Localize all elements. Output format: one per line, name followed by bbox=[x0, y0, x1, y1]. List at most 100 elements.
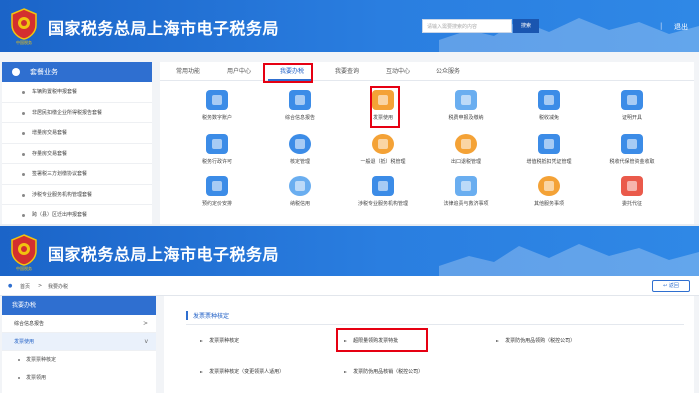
service-label: 税务数字账户 bbox=[201, 115, 232, 121]
service-export-refund[interactable]: 出口退税管理 bbox=[429, 134, 503, 165]
triangle-bullet-icon: ► bbox=[344, 369, 348, 374]
service-admin-license[interactable]: 税务行政许可 bbox=[180, 134, 254, 165]
sidebar-item[interactable]: 涉税专业服务机构管理套餐 bbox=[2, 185, 152, 205]
service-label: 预约定价安排 bbox=[201, 201, 232, 207]
export-icon bbox=[455, 134, 477, 154]
service-info-report[interactable]: 综合信息报告 bbox=[263, 90, 337, 121]
sidebar-item-label: 综合信息报告 bbox=[14, 321, 45, 327]
report-icon bbox=[289, 90, 311, 110]
service-entrusted-collection[interactable]: 委托代征 bbox=[595, 176, 669, 207]
sidebar-subitem-ticket-type[interactable]: 发票票种核定 bbox=[2, 351, 156, 369]
service-label: 税收减免 bbox=[538, 115, 559, 121]
search-button[interactable]: 搜索 bbox=[513, 19, 539, 33]
relief-icon bbox=[538, 90, 560, 110]
service-refund[interactable]: 一般退（抵）税管理 bbox=[346, 134, 420, 165]
sidebar-item-info-report[interactable]: 综合信息报告 > bbox=[2, 315, 156, 333]
assessment-icon bbox=[289, 134, 311, 154]
chevron-right-icon: > bbox=[142, 320, 148, 327]
tab-interaction[interactable]: 互动中心 bbox=[386, 66, 410, 75]
tab-divider bbox=[160, 80, 694, 81]
link-label: 发票防伪用品核销（税控公司） bbox=[353, 369, 424, 375]
service-label: 法律追责与救济事项 bbox=[443, 201, 489, 207]
location-pin-icon: ● bbox=[8, 283, 13, 289]
link-ticket-type-approval[interactable]: ► 发票票种核定 bbox=[200, 337, 239, 344]
service-vat-voucher[interactable]: 增值税抵扣凭证管理 bbox=[512, 134, 586, 165]
emblem-text: 中国税务 bbox=[16, 40, 32, 45]
highlight-invoice-box bbox=[370, 86, 400, 128]
chevron-down-icon: v bbox=[144, 338, 148, 345]
search-input[interactable]: 请输入需要搜索的内容 bbox=[422, 19, 512, 33]
breadcrumb-home[interactable]: 首页 bbox=[20, 283, 30, 290]
service-other[interactable]: 其他服务事项 bbox=[512, 176, 586, 207]
sidebar-item[interactable]: 增量房交易套餐 bbox=[2, 123, 152, 144]
great-wall-decoration bbox=[439, 244, 699, 278]
tax-emblem-logo bbox=[11, 234, 37, 266]
link-label: 发票票种核定（变更领票人适用） bbox=[209, 369, 285, 375]
breadcrumb-separator: > bbox=[38, 283, 43, 289]
highlight-tab-box bbox=[263, 63, 313, 83]
link-antifake-writeoff[interactable]: ► 发票防伪用品核销（税控公司） bbox=[344, 368, 423, 375]
site-header: 中国税务 国家税务总局上海市电子税务局 bbox=[0, 226, 699, 278]
service-label: 证明开具 bbox=[621, 115, 642, 121]
sidebar-title: 套餐业务 bbox=[30, 68, 58, 76]
site-title: 国家税务总局上海市电子税务局 bbox=[48, 19, 280, 38]
service-assessment[interactable]: 核定管理 bbox=[263, 134, 337, 165]
sidebar-item-invoice-use[interactable]: 发票使用 v bbox=[2, 333, 156, 351]
logout-link[interactable]: 退出 bbox=[674, 22, 688, 32]
sidebar-subitem-invoice-claim[interactable]: 发票领用 bbox=[2, 369, 156, 387]
service-label: 出口退税管理 bbox=[450, 159, 481, 165]
tax-handling-sidebar: 我要办税 综合信息报告 > 发票使用 v 发票票种核定 发票领用 bbox=[2, 296, 156, 393]
service-legal-remedy[interactable]: 法律追责与救济事项 bbox=[429, 176, 503, 207]
voucher-icon bbox=[538, 134, 560, 154]
package-icon bbox=[12, 68, 20, 76]
header-separator: | bbox=[660, 22, 663, 30]
license-icon bbox=[206, 134, 228, 154]
service-label: 核定管理 bbox=[289, 159, 310, 165]
service-tax-relief[interactable]: 税收减免 bbox=[512, 90, 586, 121]
section-divider bbox=[186, 324, 684, 325]
back-button[interactable]: ↩ 返回 bbox=[652, 280, 690, 292]
services-main: 常用功能 用户中心 我要办税 我要查询 互动中心 公众服务 税务数字账户 综合信… bbox=[160, 62, 694, 224]
building-icon bbox=[372, 176, 394, 196]
link-ticket-type-change[interactable]: ► 发票票种核定（变更领票人适用） bbox=[200, 368, 284, 375]
service-label: 税务行政许可 bbox=[201, 159, 232, 165]
invoice-type-main: 发票票种核定 ► 发票票种核定 ► 超限量领购发票特批 ► 发票防伪用品领购（税控公司… bbox=[164, 296, 694, 393]
service-tax-credit[interactable]: 纳税信用 bbox=[263, 176, 337, 207]
service-pricing-arrangement[interactable]: 预约定价安排 bbox=[180, 176, 254, 207]
funds-icon bbox=[621, 134, 643, 154]
tab-query[interactable]: 我要查询 bbox=[335, 66, 359, 75]
gavel-icon bbox=[455, 176, 477, 196]
back-button-label: 返回 bbox=[668, 283, 679, 289]
heart-hand-icon bbox=[538, 176, 560, 196]
service-custody-funds[interactable]: 税收代保管资金收取 bbox=[595, 134, 669, 165]
link-antifake-purchase[interactable]: ► 发票防伪用品领购（税控公司） bbox=[496, 337, 575, 344]
service-certificate[interactable]: 证明开具 bbox=[595, 90, 669, 121]
credit-icon bbox=[289, 176, 311, 196]
service-digital-account[interactable]: 税务数字账户 bbox=[180, 90, 254, 121]
certificate-icon bbox=[621, 90, 643, 110]
tab-common[interactable]: 常用功能 bbox=[176, 66, 200, 75]
refund-icon bbox=[372, 134, 394, 154]
sidebar-item-label: 发票使用 bbox=[14, 339, 35, 345]
sidebar-item[interactable]: 车辆购置税申报套餐 bbox=[2, 82, 152, 103]
service-tax-declaration[interactable]: 税费申报及缴纳 bbox=[429, 90, 503, 121]
emblem-text: 中国税务 bbox=[16, 266, 32, 271]
service-label: 委托代征 bbox=[621, 201, 642, 207]
package-sidebar: 套餐业务 车辆购置税申报套餐 非居民扣缴企业所得税报告套餐 增量房交易套餐 存量… bbox=[2, 62, 152, 224]
sidebar-item[interactable]: 非居民扣缴企业所得税报告套餐 bbox=[2, 103, 152, 123]
service-label: 纳税信用 bbox=[289, 201, 310, 207]
sidebar-item[interactable]: 跨（县）区迁出申报套餐 bbox=[2, 205, 152, 224]
service-label: 增值税抵扣凭证管理 bbox=[526, 159, 572, 165]
sidebar-item[interactable]: 签署税三方划缴协议套餐 bbox=[2, 164, 152, 185]
sidebar-header[interactable]: 套餐业务 bbox=[2, 62, 152, 82]
service-professional-agency[interactable]: 涉税专业服务机构管理 bbox=[346, 176, 420, 207]
service-label: 一般退（抵）税管理 bbox=[360, 159, 406, 165]
tab-public-service[interactable]: 公众服务 bbox=[436, 66, 460, 75]
highlight-over-limit-box bbox=[336, 328, 428, 352]
sidebar-item[interactable]: 存量房交易套餐 bbox=[2, 144, 152, 164]
service-label: 综合信息报告 bbox=[284, 115, 315, 121]
link-label: 发票防伪用品领购（税控公司） bbox=[505, 338, 576, 344]
sidebar-title[interactable]: 我要办税 bbox=[2, 296, 156, 315]
tab-user-center[interactable]: 用户中心 bbox=[227, 66, 251, 75]
breadcrumb: ● 首页 > 我要办税 ↩ 返回 bbox=[0, 276, 699, 296]
